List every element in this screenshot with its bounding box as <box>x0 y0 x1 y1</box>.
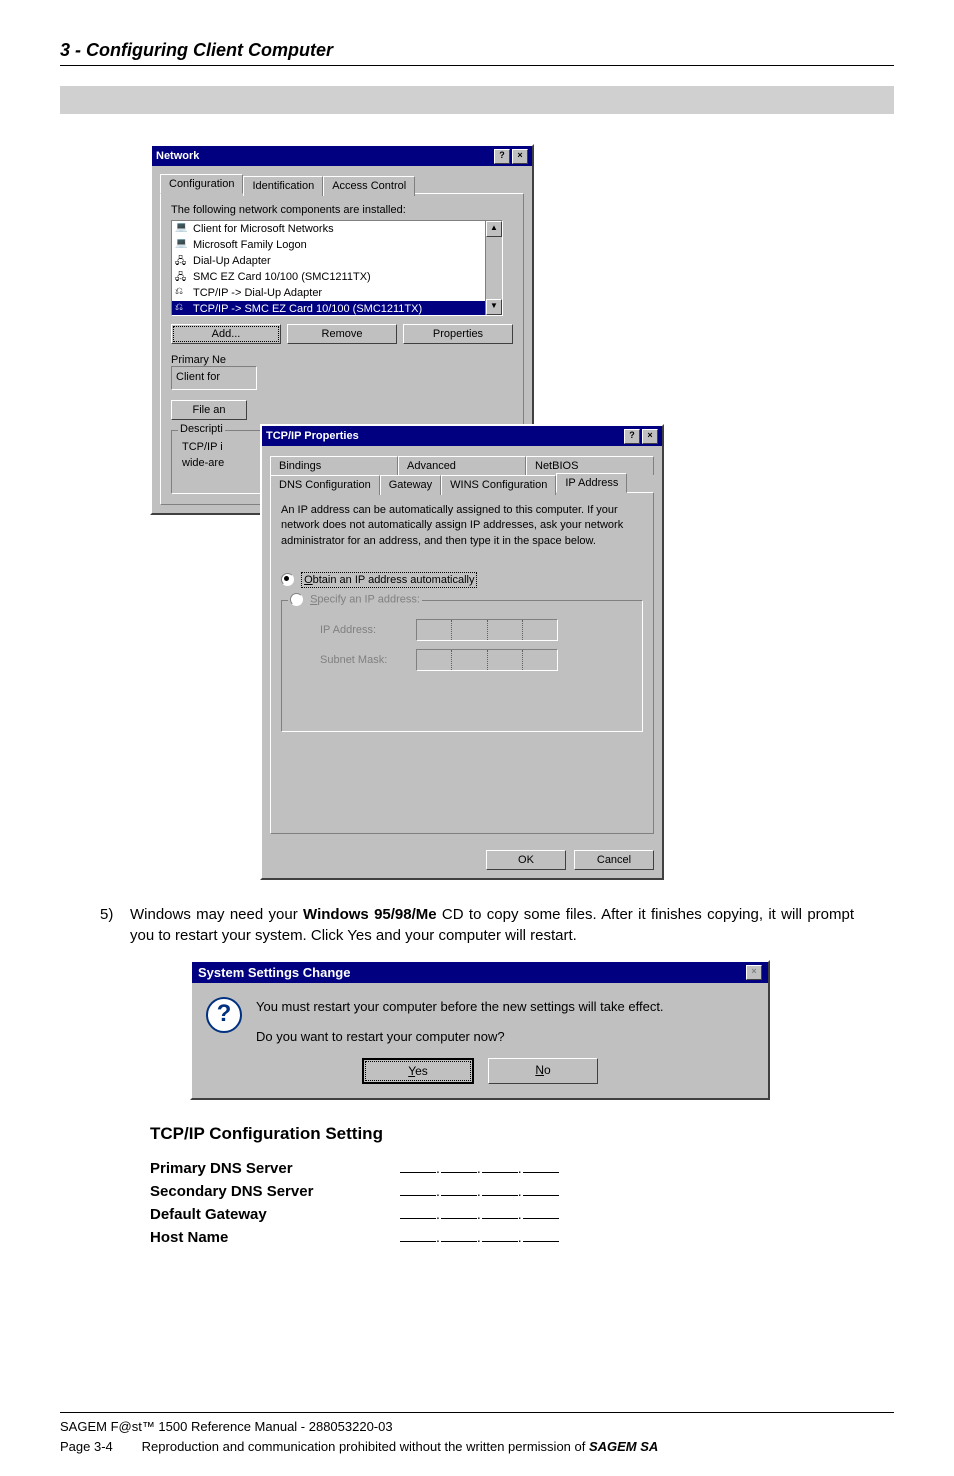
file-print-sharing-button[interactable]: File an <box>171 400 247 420</box>
list-item[interactable]: 💻 Microsoft Family Logon <box>172 237 502 253</box>
config-row: Host Name ... <box>150 1229 894 1246</box>
yes-button[interactable]: Yes <box>362 1058 474 1084</box>
primary-logon-label: Primary Ne <box>171 354 513 366</box>
config-label: Default Gateway <box>150 1206 400 1223</box>
subnet-mask-label: Subnet Mask: <box>320 654 406 666</box>
close-icon[interactable]: × <box>746 965 762 980</box>
network-title-text: Network <box>156 150 199 162</box>
list-item-label: Client for Microsoft Networks <box>193 223 334 235</box>
list-item-label: TCP/IP -> SMC EZ Card 10/100 (SMC1211TX) <box>193 303 422 315</box>
footer-sagem: SAGEM SA <box>589 1439 658 1454</box>
close-icon[interactable]: × <box>512 149 528 164</box>
step-text: Windows may need your Windows 95/98/Me C… <box>130 904 854 946</box>
config-row: Default Gateway ... <box>150 1206 894 1223</box>
tcpip-config-section-title: TCP/IP Configuration Setting <box>150 1124 894 1144</box>
blank-ip-field: ... <box>400 1229 559 1245</box>
radio-obtain-label: Obtain an IP address automatically <box>301 572 477 588</box>
tab-wins-config[interactable]: WINS Configuration <box>441 475 556 495</box>
restart-messagebox: System Settings Change × ? You must rest… <box>190 960 770 1100</box>
help-icon[interactable]: ? <box>624 429 640 444</box>
close-icon[interactable]: × <box>642 429 658 444</box>
components-listbox[interactable]: 💻 Client for Microsoft Networks 💻 Microsof… <box>171 220 503 316</box>
radio-specify-ip[interactable]: Specify an IP address: <box>288 593 422 606</box>
list-item[interactable]: ⎌ TCP/IP -> Dial-Up Adapter <box>172 285 502 301</box>
list-item-label: Microsoft Family Logon <box>193 239 307 251</box>
tab-bindings[interactable]: Bindings <box>270 456 398 475</box>
config-label: Primary DNS Server <box>150 1160 400 1177</box>
tab-advanced[interactable]: Advanced <box>398 456 526 475</box>
radio-unchecked-icon <box>290 593 303 606</box>
installed-components-label: The following network components are ins… <box>171 204 513 216</box>
list-item[interactable]: 💻 Client for Microsoft Networks <box>172 221 502 237</box>
list-item-label: TCP/IP -> Dial-Up Adapter <box>193 287 322 299</box>
description-group-label: Descripti <box>178 423 225 435</box>
adapter-icon: 🖧 <box>175 254 189 268</box>
blank-ip-field: ... <box>400 1206 559 1222</box>
question-icon: ? <box>206 997 242 1033</box>
list-item[interactable]: 🖧 SMC EZ Card 10/100 (SMC1211TX) <box>172 269 502 285</box>
tab-access-control[interactable]: Access Control <box>323 176 415 196</box>
scroll-up-icon[interactable]: ▲ <box>486 221 502 237</box>
protocol-icon: ⎌ <box>175 302 189 316</box>
help-icon[interactable]: ? <box>494 149 510 164</box>
network-tabs: Configuration Identification Access Cont… <box>160 174 524 194</box>
radio-obtain-auto[interactable]: Obtain an IP address automatically <box>281 574 477 586</box>
config-label: Host Name <box>150 1229 400 1246</box>
messagebox-line1: You must restart your computer before th… <box>256 997 664 1017</box>
ip-address-field <box>416 619 558 641</box>
footer-page: Page 3-4 <box>60 1439 113 1454</box>
radio-checked-icon <box>281 573 294 586</box>
list-item-selected[interactable]: ⎌ TCP/IP -> SMC EZ Card 10/100 (SMC1211TX… <box>172 301 502 316</box>
config-label: Secondary DNS Server <box>150 1183 400 1200</box>
tab-gateway[interactable]: Gateway <box>380 475 441 495</box>
tcpip-titlebar: TCP/IP Properties ? × <box>262 426 662 446</box>
properties-button[interactable]: Properties <box>403 324 513 344</box>
tab-identification[interactable]: Identification <box>243 176 323 196</box>
ok-button[interactable]: OK <box>486 850 566 870</box>
adapter-icon: 🖧 <box>175 270 189 284</box>
messagebox-title: System Settings Change <box>198 965 350 980</box>
listbox-scrollbar[interactable]: ▲ ▼ <box>485 221 502 315</box>
tab-ip-address[interactable]: IP Address <box>556 473 627 493</box>
tcpip-title-text: TCP/IP Properties <box>266 430 359 442</box>
list-item-label: SMC EZ Card 10/100 (SMC1211TX) <box>193 271 371 283</box>
config-row: Secondary DNS Server ... <box>150 1183 894 1200</box>
protocol-icon: ⎌ <box>175 286 189 300</box>
blank-ip-field: ... <box>400 1160 559 1176</box>
list-item-label: Dial-Up Adapter <box>193 255 271 267</box>
header-band <box>60 86 894 114</box>
description-text-2: wide-are <box>182 457 258 469</box>
remove-button[interactable]: Remove <box>287 324 397 344</box>
primary-logon-combo[interactable]: Client for <box>171 366 257 390</box>
footer-repro: Reproduction and communication prohibite… <box>142 1439 589 1454</box>
client-icon: 💻 <box>175 222 189 236</box>
messagebox-line2: Do you want to restart your computer now… <box>256 1027 664 1047</box>
cancel-button[interactable]: Cancel <box>574 850 654 870</box>
no-button[interactable]: No <box>488 1058 598 1084</box>
tab-dns-config[interactable]: DNS Configuration <box>270 475 380 495</box>
config-row: Primary DNS Server ... <box>150 1160 894 1177</box>
scroll-down-icon[interactable]: ▼ <box>486 299 502 315</box>
network-titlebar: Network ? × <box>152 146 532 166</box>
tab-configuration[interactable]: Configuration <box>160 174 243 194</box>
messagebox-titlebar: System Settings Change × <box>192 962 768 983</box>
subnet-mask-field <box>416 649 558 671</box>
tcpip-properties-dialog: TCP/IP Properties ? × Bindings Advanced … <box>260 424 664 880</box>
blank-ip-field: ... <box>400 1183 559 1199</box>
footer-line1: SAGEM F@st™ 1500 Reference Manual - 2880… <box>60 1417 894 1437</box>
chapter-underline <box>60 65 894 66</box>
chapter-title: 3 - Configuring Client Computer <box>60 40 894 65</box>
page-footer: SAGEM F@st™ 1500 Reference Manual - 2880… <box>60 1412 894 1456</box>
ip-address-label: IP Address: <box>320 624 406 636</box>
add-button[interactable]: Add... <box>171 324 281 344</box>
client-icon: 💻 <box>175 238 189 252</box>
list-item[interactable]: 🖧 Dial-Up Adapter <box>172 253 502 269</box>
step-number: 5) <box>100 904 130 946</box>
ip-info-text: An IP address can be automatically assig… <box>281 503 643 549</box>
description-text: TCP/IP i <box>182 441 258 453</box>
